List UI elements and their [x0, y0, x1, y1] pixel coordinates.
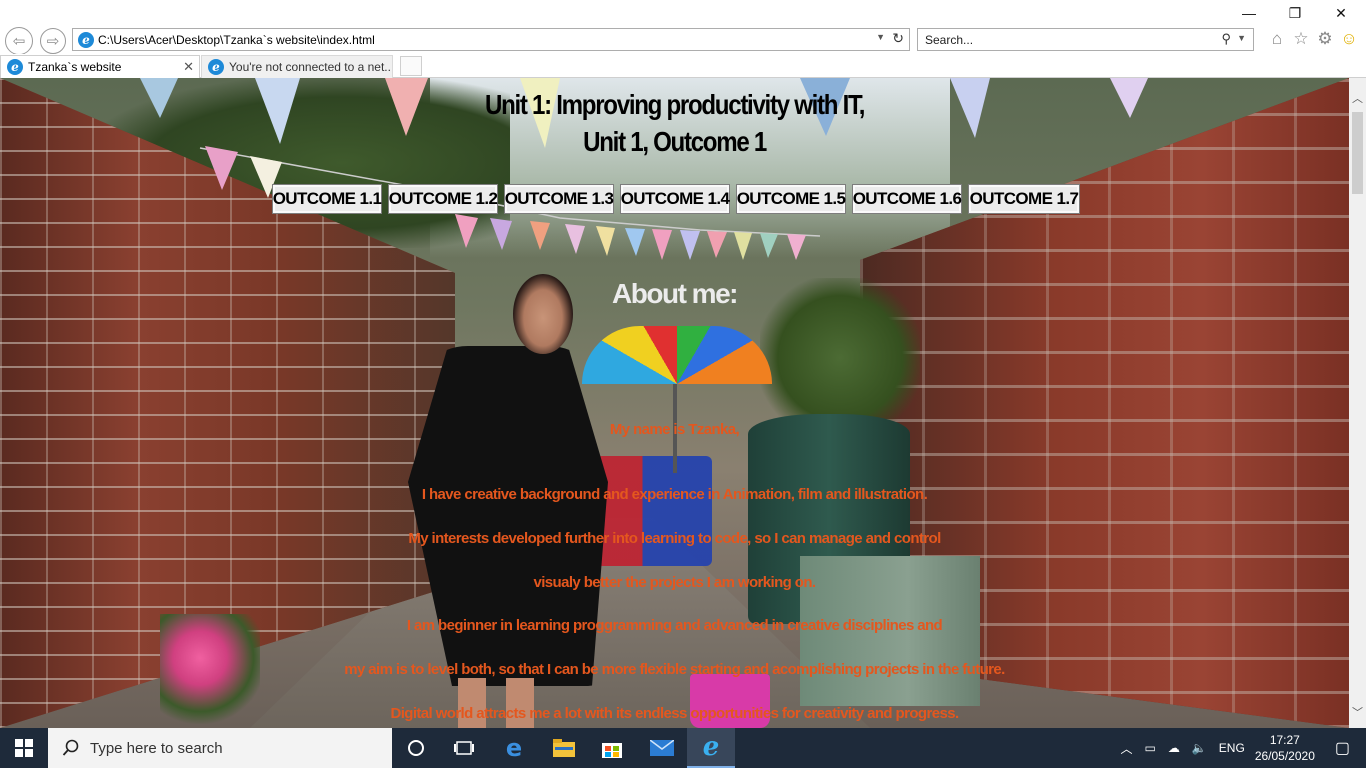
mail-app[interactable]: [638, 728, 686, 768]
scroll-up-icon[interactable]: ︿: [1351, 90, 1364, 105]
bio-line: I am beginner in learning proggramming a…: [406, 617, 943, 634]
tab-not-connected[interactable]: e You're not connected to a net...: [201, 55, 393, 78]
address-bar[interactable]: e C:\Users\Acer\Desktop\Tzanka`s website…: [72, 28, 910, 51]
volume-icon[interactable]: 🔈: [1192, 741, 1207, 755]
chevron-up-icon[interactable]: ︿: [1120, 740, 1132, 757]
taskbar: Type here to search e e ︿ ▭ ☁ 🔈 ENG 17:2…: [0, 728, 1366, 768]
outcome-1-5-button[interactable]: OUTCOME 1.5: [736, 184, 846, 214]
bio-line: My interests developed further into lear…: [408, 530, 941, 547]
new-tab-button[interactable]: [400, 56, 422, 76]
title-line-2: Unit 1, Outcome 1: [583, 126, 767, 157]
store-app[interactable]: [588, 728, 636, 768]
ie-tab-icon: e: [7, 59, 23, 75]
internet-explorer-app[interactable]: e: [687, 728, 735, 768]
ie-page-icon: e: [78, 31, 94, 48]
taskbar-search-input[interactable]: Type here to search: [90, 740, 223, 757]
address-dropdown-icon[interactable]: ▼: [876, 32, 885, 42]
outcome-1-2-button[interactable]: OUTCOME 1.2: [388, 184, 498, 214]
outcome-1-6-button[interactable]: OUTCOME 1.6: [852, 184, 962, 214]
bio-line: Digital world attracts me a lot with its…: [390, 705, 959, 722]
file-explorer-app[interactable]: [540, 728, 588, 768]
bio-line: my aim is to level both, so that I can b…: [344, 661, 1005, 678]
windows-logo-icon: [15, 739, 33, 757]
scrollbar-thumb[interactable]: [1352, 112, 1363, 194]
network-icon[interactable]: ☁: [1168, 741, 1180, 755]
edge-icon: e: [505, 734, 523, 762]
search-dropdown-icon[interactable]: ▼: [1237, 33, 1246, 43]
page-viewport: Unit 1: Improving productivity with IT, …: [0, 78, 1349, 728]
bio-line: visualy better the projects I am working…: [533, 574, 816, 591]
edge-app[interactable]: e: [490, 728, 538, 768]
smiley-feedback-icon[interactable]: ☺: [1339, 29, 1359, 49]
close-button[interactable]: ✕: [1318, 0, 1364, 26]
bio-line: My name is Tzanka,: [609, 421, 740, 438]
refresh-icon[interactable]: ↻: [892, 30, 904, 47]
language-indicator[interactable]: ENG: [1219, 741, 1245, 755]
ie-tab-icon: e: [208, 59, 224, 75]
forward-arrow-icon: ⇨: [46, 33, 60, 50]
clock[interactable]: 17:27 26/05/2020: [1255, 732, 1315, 764]
gear-icon[interactable]: ⚙: [1315, 29, 1335, 49]
cortana-button[interactable]: [392, 728, 440, 768]
title-line-1: Unit 1: Improving productivity with IT,: [485, 89, 865, 120]
back-arrow-icon: ⇦: [12, 33, 26, 50]
tab-title: Tzanka`s website: [28, 60, 122, 74]
ie-icon: e: [702, 732, 720, 762]
search-input[interactable]: Search...: [925, 33, 973, 47]
outcome-1-4-button[interactable]: OUTCOME 1.4: [620, 184, 730, 214]
vertical-scrollbar[interactable]: ︿ ﹀: [1349, 78, 1366, 728]
title-bar: — ❐ ✕: [0, 0, 1366, 26]
outcome-1-1-button[interactable]: OUTCOME 1.1: [272, 184, 382, 214]
notifications-icon[interactable]: ▢: [1335, 738, 1350, 758]
mail-envelope-icon: [650, 740, 674, 756]
forward-button[interactable]: ⇨: [40, 28, 66, 54]
store-bag-icon: [602, 743, 622, 758]
navigation-bar: ⇦ ⇨ e C:\Users\Acer\Desktop\Tzanka`s web…: [0, 26, 1366, 55]
search-icon[interactable]: ⚲: [1221, 31, 1231, 47]
start-button[interactable]: [0, 728, 48, 768]
about-heading: About me:: [612, 278, 738, 309]
task-view-button[interactable]: [440, 728, 488, 768]
system-tray: ︿ ▭ ☁ 🔈 ENG 17:27 26/05/2020 ▢: [1114, 728, 1366, 768]
search-icon: [62, 739, 79, 756]
back-button[interactable]: ⇦: [5, 27, 33, 55]
home-icon[interactable]: ⌂: [1267, 29, 1287, 49]
outcome-nav: OUTCOME 1.1 OUTCOME 1.2 OUTCOME 1.3 OUTC…: [272, 184, 1080, 214]
taskbar-search[interactable]: Type here to search: [48, 728, 392, 768]
close-tab-icon[interactable]: ✕: [183, 59, 194, 75]
clock-date: 26/05/2020: [1254, 749, 1315, 763]
favorites-star-icon[interactable]: ☆: [1291, 29, 1311, 49]
folder-icon: [553, 739, 575, 757]
restore-button[interactable]: ❐: [1272, 0, 1318, 26]
cortana-circle-icon: [408, 740, 424, 756]
minimize-button[interactable]: —: [1226, 0, 1272, 26]
address-text[interactable]: C:\Users\Acer\Desktop\Tzanka`s website\i…: [98, 33, 375, 47]
page-title: Unit 1: Improving productivity with IT, …: [95, 86, 1255, 160]
tab-bar: e Tzanka`s website ✕ e You're not connec…: [0, 54, 1366, 78]
clock-time: 17:27: [1269, 733, 1300, 747]
scroll-down-icon[interactable]: ﹀: [1351, 704, 1364, 719]
tab-tzankas-website[interactable]: e Tzanka`s website ✕: [0, 55, 200, 78]
outcome-1-3-button[interactable]: OUTCOME 1.3: [504, 184, 614, 214]
battery-icon[interactable]: ▭: [1145, 741, 1156, 755]
page-content: Unit 1: Improving productivity with IT, …: [0, 78, 1349, 728]
outcome-1-7-button[interactable]: OUTCOME 1.7: [968, 184, 1080, 214]
tab-title: You're not connected to a net...: [229, 60, 393, 74]
task-view-icon: [454, 741, 474, 755]
browser-window: — ❐ ✕ ⇦ ⇨ e C:\Users\Acer\Desktop\Tzanka…: [0, 0, 1366, 768]
bio-line: I have creative background and experienc…: [421, 486, 928, 503]
search-box[interactable]: Search... ⚲ ▼: [917, 28, 1254, 51]
